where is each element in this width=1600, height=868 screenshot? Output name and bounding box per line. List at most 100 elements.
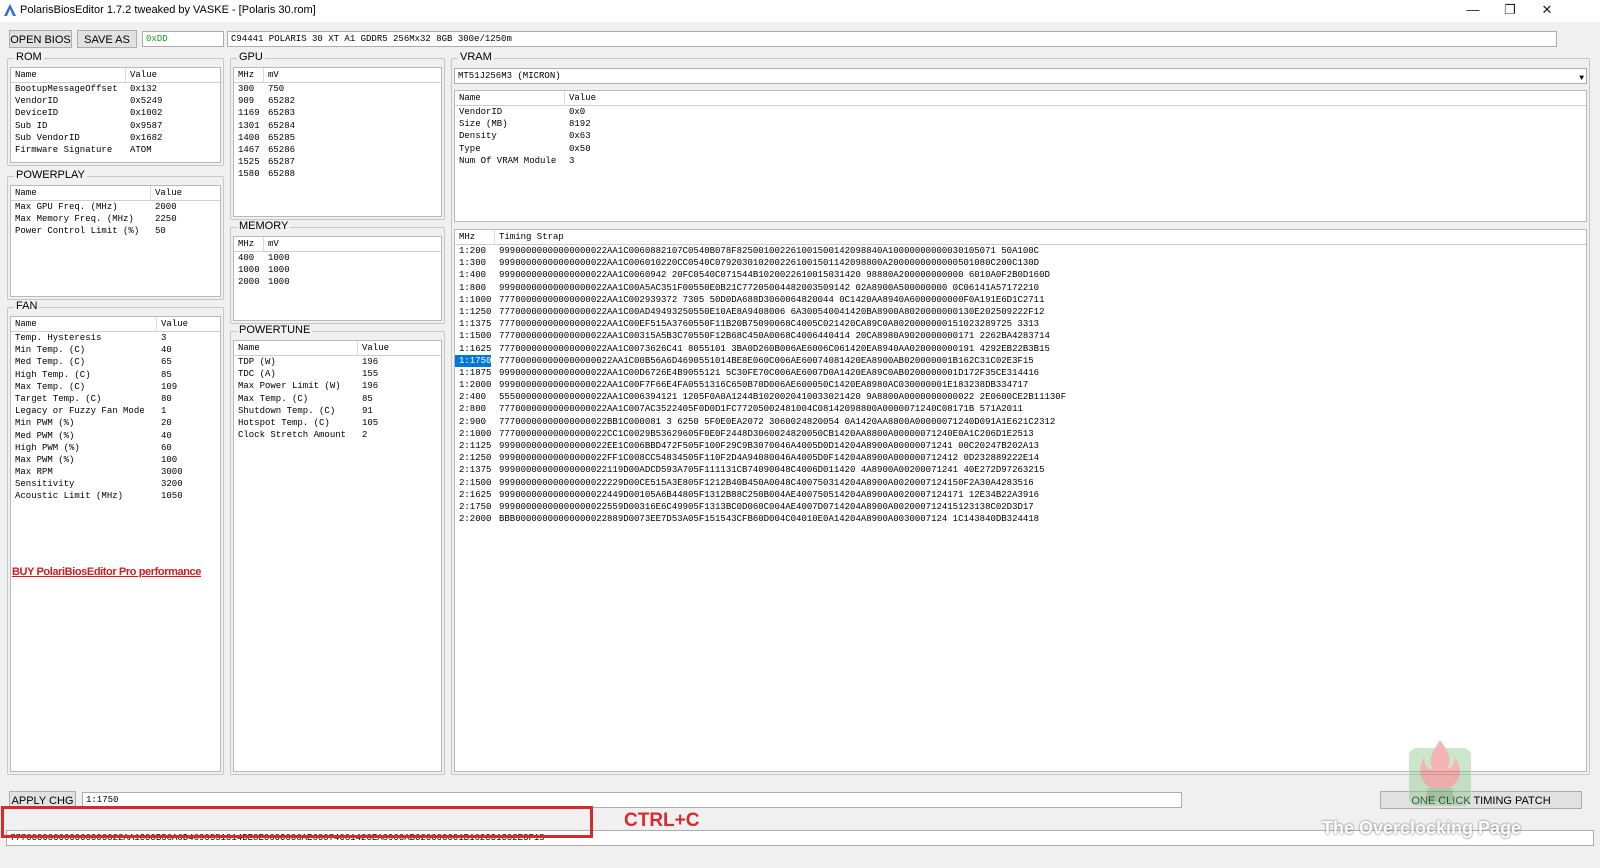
- buy-pro-link[interactable]: BUY PolariBiosEditor Pro performance: [12, 566, 201, 578]
- rom-row[interactable]: Sub ID 0x9587: [11, 120, 220, 132]
- fan-row[interactable]: Min Temp. (C) 40: [11, 344, 220, 356]
- fan-row[interactable]: High PWM (%) 60: [11, 442, 220, 454]
- gpu-row[interactable]: 1525 65287: [234, 156, 441, 168]
- powertune-col-name[interactable]: Name: [234, 341, 358, 355]
- powerplay-col-name[interactable]: Name: [11, 186, 151, 200]
- save-as-button[interactable]: SAVE AS: [77, 30, 137, 48]
- memory-col-mhz[interactable]: MHz: [234, 237, 264, 251]
- vram-row[interactable]: VendorID 0x0: [455, 106, 1586, 118]
- checksum-field[interactable]: 0xDD: [142, 31, 224, 47]
- timing-row[interactable]: 2:1500 99900000000000000022229D00CE515A3E…: [455, 477, 1586, 489]
- memory-list[interactable]: MHz mV 400 1000 1000 1000 2000 1000: [233, 236, 442, 321]
- powertune-row[interactable]: Hotspot Temp. (C) 105: [234, 417, 441, 429]
- fan-col-name[interactable]: Name: [11, 317, 157, 331]
- memory-row[interactable]: 400 1000: [234, 252, 441, 264]
- timing-row[interactable]: 1:1750 777000000000000000022AA1C00B56A6D4…: [455, 354, 1586, 367]
- memory-row[interactable]: 2000 1000: [234, 276, 441, 288]
- timing-row[interactable]: 1:1000 77700000000000000022AA1C002939372 …: [455, 294, 1586, 306]
- gpu-list[interactable]: MHz mV 300 750 909 65282 1169 65283 1301 652…: [233, 67, 442, 217]
- fan-row[interactable]: Sensitivity 3200: [11, 478, 220, 490]
- powertune-row[interactable]: Shutdown Temp. (C) 91: [234, 405, 441, 417]
- fan-col-value[interactable]: Value: [157, 317, 220, 331]
- powertune-row[interactable]: Clock Stretch Amount 2: [234, 429, 441, 441]
- gpu-row[interactable]: 1301 65284: [234, 120, 441, 132]
- timing-row[interactable]: 2:400 55500000000000000022AA1C006394121 1…: [455, 391, 1586, 403]
- timing-row[interactable]: 1:1250 77700000000000000022AA1C00AD494932…: [455, 306, 1586, 318]
- powertune-row[interactable]: Max Temp. (C) 85: [234, 393, 441, 405]
- powerplay-col-value[interactable]: Value: [151, 186, 220, 200]
- fan-row[interactable]: Med Temp. (C) 65: [11, 356, 220, 368]
- bios-info-field[interactable]: C94441 POLARIS 30 XT A1 GDDR5 256Mx32 8G…: [227, 31, 1557, 47]
- rom-col-value[interactable]: Value: [126, 68, 220, 82]
- fan-row[interactable]: Target Temp. (C) 80: [11, 393, 220, 405]
- rom-row[interactable]: DeviceID 0x1002: [11, 107, 220, 119]
- gpu-row[interactable]: 300 750: [234, 83, 441, 95]
- fan-row[interactable]: Max Temp. (C) 109: [11, 381, 220, 393]
- timing-row[interactable]: 2:800 77700000000000000022AA1C007AC352240…: [455, 403, 1586, 415]
- vram-row[interactable]: Density 0x63: [455, 130, 1586, 142]
- rom-row[interactable]: VendorID 0x5249: [11, 95, 220, 107]
- vram-module-select[interactable]: MT51J256M3 (MICRON) ▼: [454, 68, 1587, 84]
- powertune-list[interactable]: Name Value TDP (W) 196 TDC (A) 155 Max Pow…: [233, 340, 442, 772]
- memory-row[interactable]: 1000 1000: [234, 264, 441, 276]
- rom-col-name[interactable]: Name: [11, 68, 126, 82]
- timing-col-mhz[interactable]: MHz: [455, 230, 495, 244]
- timing-row[interactable]: 2:2000 BBB00000000000000022889D0073EE7D53…: [455, 513, 1586, 525]
- timing-row[interactable]: 1:300 99900000000000000022AA1C006010220CC…: [455, 257, 1586, 269]
- timing-row[interactable]: 2:1375 99900000000000000022119D00ADCD593A…: [455, 464, 1586, 476]
- gpu-row[interactable]: 1467 65286: [234, 144, 441, 156]
- timing-row[interactable]: 2:1000 77700000000000000022CC1C0029B53629…: [455, 428, 1586, 440]
- open-bios-button[interactable]: OPEN BIOS: [9, 30, 72, 48]
- timing-row[interactable]: 1:1500 77700000000000000022AA1C00315A5B3C…: [455, 330, 1586, 342]
- powerplay-list[interactable]: Name Value Max GPU Freq. (MHz) 2000 Max M…: [10, 185, 221, 297]
- rom-row[interactable]: Sub VendorID 0x1682: [11, 132, 220, 144]
- timing-row[interactable]: 1:1875 99900000000000000022AA1C00D6726E4B…: [455, 367, 1586, 379]
- timing-strap-list[interactable]: MHz Timing Strap 1:200 999000000000000000…: [454, 229, 1587, 772]
- rom-list[interactable]: Name Value BootupMessageOffset 0x132 Vend…: [10, 67, 221, 163]
- gpu-row[interactable]: 909 65282: [234, 95, 441, 107]
- timing-row[interactable]: 2:1125 99900000000000000022EE1C006BBD472F…: [455, 440, 1586, 452]
- rom-row[interactable]: Firmware Signature ATOM: [11, 144, 220, 156]
- timing-row[interactable]: 1:200 99900000000000000022AA1C0060882107C…: [455, 245, 1586, 257]
- vram-col-name[interactable]: Name: [455, 91, 565, 105]
- powerplay-row[interactable]: Max Memory Freq. (MHz) 2250: [11, 213, 220, 225]
- gpu-row[interactable]: 1580 65288: [234, 168, 441, 180]
- fan-row[interactable]: Med PWM (%) 40: [11, 430, 220, 442]
- gpu-row[interactable]: 1400 65285: [234, 132, 441, 144]
- fan-row[interactable]: Max RPM 3000: [11, 466, 220, 478]
- powertune-row[interactable]: TDC (A) 155: [234, 368, 441, 380]
- timing-row[interactable]: 1:1625 77700000000000000022AA1C0073626C41…: [455, 343, 1586, 355]
- timing-row[interactable]: 1:1375 77700000000000000022AA1C00EF515A37…: [455, 318, 1586, 330]
- fan-row[interactable]: Max PWM (%) 100: [11, 454, 220, 466]
- powertune-row[interactable]: TDP (W) 196: [234, 356, 441, 368]
- gpu-row[interactable]: 1169 65283: [234, 107, 441, 119]
- fan-row[interactable]: High Temp. (C) 85: [11, 369, 220, 381]
- timing-row[interactable]: 2:900 77700000000000000022BB1C000081 3 62…: [455, 416, 1586, 428]
- timing-row[interactable]: 1:800 99900000000000000022AA1C00A5AC351F0…: [455, 282, 1586, 294]
- close-button[interactable]: ✕: [1524, 0, 1570, 22]
- powertune-row[interactable]: Max Power Limit (W) 196: [234, 380, 441, 392]
- gpu-col-mv[interactable]: mV: [264, 68, 441, 82]
- fan-row[interactable]: Min PWM (%) 20: [11, 417, 220, 429]
- timing-col-strap[interactable]: Timing Strap: [495, 230, 1586, 244]
- fan-list[interactable]: Name Value Temp. Hysteresis 3 Min Temp. (…: [10, 316, 221, 772]
- timing-row[interactable]: 1:2000 99900000000000000022AA1C00F7F66E4F…: [455, 379, 1586, 391]
- fan-row[interactable]: Legacy or Fuzzy Fan Mode 1: [11, 405, 220, 417]
- vram-col-value[interactable]: Value: [565, 91, 1586, 105]
- vram-row[interactable]: Num Of VRAM Module 3: [455, 155, 1586, 167]
- vram-row[interactable]: Type 0x50: [455, 143, 1586, 155]
- timing-row[interactable]: 1:400 99900000000000000022AA1C0060942 20F…: [455, 269, 1586, 281]
- memory-col-mv[interactable]: mV: [264, 237, 441, 251]
- fan-row[interactable]: Temp. Hysteresis 3: [11, 332, 220, 344]
- timing-row[interactable]: 2:1250 99900000000000000022FF1C008CC54834…: [455, 452, 1586, 464]
- fan-row[interactable]: Acoustic Limit (MHz) 1050: [11, 490, 220, 502]
- vram-row[interactable]: Size (MB) 8192: [455, 118, 1586, 130]
- timing-row[interactable]: 2:1750 99900000000000000022559D00316E6C49…: [455, 501, 1586, 513]
- timing-row[interactable]: 2:1625 99900000000000000022449D00105A6B44…: [455, 489, 1586, 501]
- rom-row[interactable]: BootupMessageOffset 0x132: [11, 83, 220, 95]
- powertune-col-value[interactable]: Value: [358, 341, 441, 355]
- vram-list[interactable]: Name Value VendorID 0x0 Size (MB) 8192 Den…: [454, 90, 1587, 222]
- chevron-down-icon[interactable]: ▼: [1579, 72, 1584, 83]
- gpu-col-mhz[interactable]: MHz: [234, 68, 264, 82]
- powerplay-row[interactable]: Power Control Limit (%) 50: [11, 225, 220, 237]
